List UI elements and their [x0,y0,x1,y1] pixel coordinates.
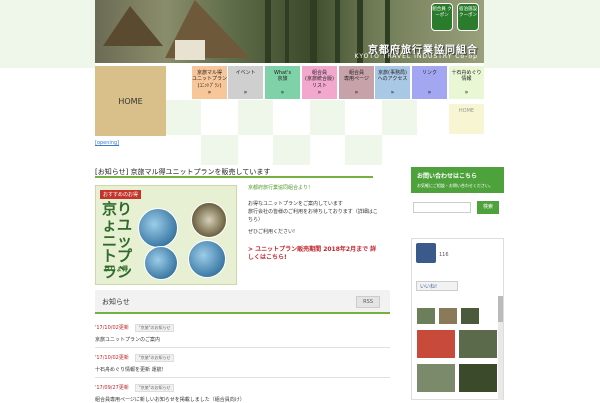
divider [95,377,390,378]
photo-thumbnail[interactable] [460,307,480,325]
news-title: お知らせ [102,298,130,306]
home-secondary-link[interactable]: HOME [449,104,484,134]
nav-unit-plan[interactable]: 京旅マル得 ユニットプラン (ﾕﾆｯﾄﾌﾟﾗﾝ) » [192,66,227,99]
news-item[interactable]: '17/09/27更新 "京旅"のお知らせ 組合員専用ページに新しいお知らせを掲… [95,384,390,403]
nav-label: 京旅(事務局) へのアクセス [377,70,408,83]
photo-thumbnail[interactable] [416,363,456,393]
rss-button[interactable]: RSS [356,296,380,308]
home-secondary-label: HOME [458,108,475,114]
page-logo-icon[interactable] [416,243,436,263]
promo-tag: おすすめのお得 [100,190,142,199]
divider [95,176,373,178]
nav-label: What's 京旅 [273,70,292,83]
news-item[interactable]: '17/10/02更新 "京旅"のお知らせ 十石舟めぐり情報を更新 運航! [95,354,390,378]
post-headline: 京都府旅行業協同組合より！ [248,185,313,191]
nav-label: リンク [421,70,437,76]
nav-access[interactable]: 京旅(事務局) へのアクセス » [375,66,410,99]
nav-member-list[interactable]: 組合員 (京旅統合版) リスト » [302,66,337,99]
member-coupon-badge[interactable]: 組合員 クーポン [431,3,453,31]
promo-sub-text: 京りょ得 [104,266,129,273]
fb-like-button[interactable]: いいね! [416,281,458,291]
chevron-double-icon: » [280,88,285,96]
news-date: '17/09/27更新 [95,385,129,391]
nav-whats-kyotabi[interactable]: What's 京旅 » [265,66,300,99]
photo-circle [144,246,178,280]
news-date: '17/10/02更新 [95,325,129,331]
chevron-double-icon: » [207,88,212,96]
news-text[interactable]: 京旅ユニットプランのご案内 [95,336,390,343]
search-button[interactable]: 検索 [477,201,499,214]
nav-label: 組合員 (京旅統合版) リスト [305,70,334,89]
photo-thumbnail[interactable] [438,307,458,325]
photo-thumbnail[interactable] [458,329,498,359]
header-banner: 組合員 クーポン 宿泊施設 クーポン 京都府旅行業協同組合 KYOTO TRAV… [95,0,484,63]
fb-like-count: 116 [439,252,449,258]
photo-thumbnail[interactable] [416,307,436,325]
unit-plan-promo-image[interactable]: おすすめのお得 京りょユニットプラン 京りょ得 [95,185,237,285]
nav-member-page[interactable]: 組合員 専用ページ » [339,66,374,99]
news-item[interactable]: '17/10/02更新 "京旅"のお知らせ 京旅ユニットプランのご案内 [95,324,390,348]
news-category[interactable]: "京旅"のお知らせ [134,384,175,392]
nav-event[interactable]: イベント » [228,66,263,99]
lodging-coupon-badge[interactable]: 宿泊施設 クーポン [457,3,479,31]
photo-circle [188,240,226,278]
nav-label: 京旅マル得 ユニットプラン (ﾕﾆｯﾄﾌﾟﾗﾝ) [192,70,228,89]
news-header: お知らせ RSS [95,290,390,314]
contact-subtitle: お気軽にご相談・お問い合わせください。 [417,183,493,188]
post-notice-link[interactable]: > ユニットプラン販売期間 2018年2月まで 詳しくはこちら! [248,246,378,263]
chevron-double-icon: » [354,88,359,96]
home-label: HOME [118,96,143,106]
chevron-double-icon: » [464,88,469,96]
divider [95,347,390,348]
news-category[interactable]: "京旅"のお知らせ [134,354,175,362]
photo-circle [191,202,227,238]
photo-thumbnail[interactable] [416,329,456,359]
home-link[interactable]: HOME [95,66,166,136]
nav-boat-info[interactable]: 十石舟めぐり 情報 » [449,66,484,99]
nav-link[interactable]: リンク » [412,66,447,99]
chevron-double-icon: » [390,88,395,96]
nav-label: イベント [235,70,256,76]
contact-title: お問い合わせはこちら [417,173,478,180]
post-body: 京都府旅行業協同組合より！ お得なユニットプランをご案内しています 旅行会社の皆… [248,184,378,263]
news-text[interactable]: 十石舟めぐり情報を更新 運航! [95,366,390,373]
scrollbar-thumb[interactable] [498,296,503,322]
photo-circle [138,208,178,248]
chevron-double-icon: » [317,88,322,96]
facebook-widget: 116 いいね! [411,238,504,400]
news-category[interactable]: "京旅"のお知らせ [134,324,175,332]
site-subtitle: KYOTO TRAVEL INDUSTRY Co-op [354,53,478,60]
contact-banner[interactable]: お問い合わせはこちら お気軽にご相談・お問い合わせください。 [411,167,504,193]
nav-label: 十石舟めぐり 情報 [451,70,482,83]
nav-label: 組合員 専用ページ [344,70,369,83]
news-date: '17/10/02更新 [95,355,129,361]
post-body-line: 旅行会社の皆様のご利用をお待ちしております（詳細はこちら） [248,209,378,223]
post-body-line: ぜひご利用ください! [248,229,296,235]
photo-thumbnail[interactable] [458,363,498,393]
post-body-line: お得なユニットプランをご案内しています [248,201,343,207]
chevron-double-icon: » [427,88,432,96]
opening-link[interactable]: [opening] [95,140,119,146]
search-input[interactable] [413,202,471,213]
chevron-double-icon: » [243,88,248,96]
